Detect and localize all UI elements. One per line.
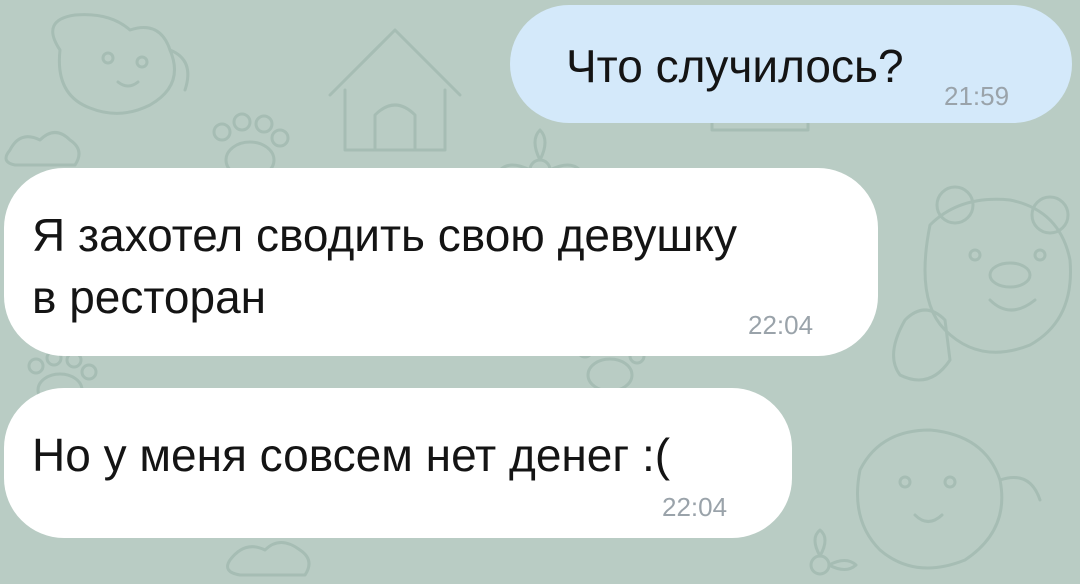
message-timestamp: 22:04 <box>662 492 728 522</box>
flower-icon <box>809 528 858 576</box>
cloud-icon <box>226 541 311 577</box>
hand-icon <box>892 308 952 382</box>
message-text-line-2: в ресторан <box>32 271 267 323</box>
cloud-icon <box>4 131 81 167</box>
dog-face-icon <box>856 428 1042 570</box>
outgoing-message-bubble[interactable]: Что случилось? 21:59 <box>510 5 1072 123</box>
message-timestamp: 22:04 <box>748 310 814 340</box>
doghouse-icon <box>328 28 462 152</box>
message-text: Но у меня совсем нет денег :( <box>32 429 671 481</box>
message-text: Что случилось? <box>566 40 904 92</box>
dog-face-icon <box>51 13 190 115</box>
message-timestamp: 21:59 <box>944 81 1010 111</box>
incoming-message-bubble[interactable]: Но у меня совсем нет денег :( 22:04 <box>4 388 792 538</box>
chat-background: Что случилось? 21:59 Я захотел сводить с… <box>0 0 1080 584</box>
incoming-message-bubble[interactable]: Я захотел сводить свою девушку в рестора… <box>4 168 878 356</box>
message-text-line-1: Я захотел сводить свою девушку <box>32 209 737 261</box>
